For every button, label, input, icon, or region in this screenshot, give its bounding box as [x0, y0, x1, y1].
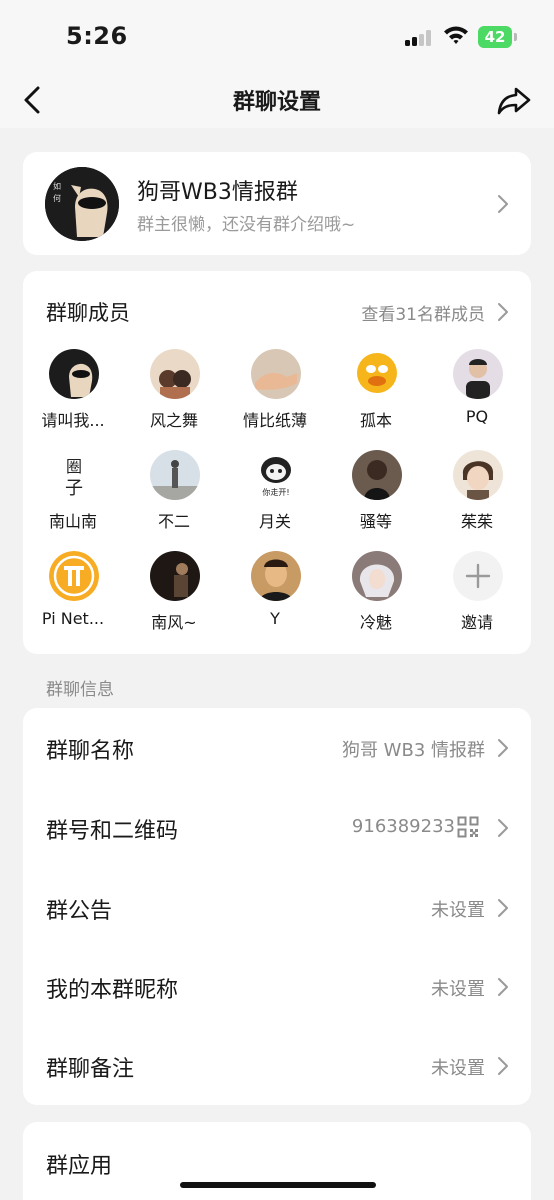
- member-item[interactable]: 骚等: [326, 450, 426, 550]
- invite-label: 邀请: [460, 613, 493, 632]
- member-name: 月关: [258, 512, 291, 531]
- member-item[interactable]: 风之舞: [124, 349, 224, 449]
- svg-text:子: 子: [65, 478, 83, 499]
- section-label-group-info: 群聊信息: [46, 680, 114, 700]
- wifi-icon: [444, 26, 468, 44]
- members-title: 群聊成员: [46, 301, 130, 325]
- chevron-right-icon: [498, 899, 508, 917]
- member-item[interactable]: PQ: [427, 349, 527, 449]
- member-item[interactable]: 情比纸薄: [225, 349, 325, 449]
- row-label: 群公告: [46, 899, 113, 924]
- chevron-right-icon[interactable]: [497, 302, 509, 322]
- member-avatar: [251, 551, 301, 601]
- member-name: 孤本: [359, 411, 392, 430]
- row-value: 未设置: [431, 900, 485, 921]
- member-avatar: [49, 551, 99, 601]
- member-name: 南山南: [48, 512, 97, 531]
- view-all-members-link[interactable]: 查看31名群成员: [361, 300, 485, 325]
- member-avatar: [49, 349, 99, 399]
- add-member-icon: [453, 551, 503, 601]
- group-apps-title: 群应用: [46, 1154, 113, 1179]
- row-label: 我的本群昵称: [46, 978, 179, 1003]
- member-item[interactable]: 不二: [124, 450, 224, 550]
- group-info-card[interactable]: 如 何 狗哥WB3情报群 群主很懒，还没有群介绍哦~: [23, 152, 531, 255]
- chevron-right-icon: [498, 739, 508, 757]
- home-indicator[interactable]: [180, 1182, 376, 1188]
- member-name: 南风~: [151, 613, 197, 632]
- page-title: 群聊设置: [232, 90, 321, 115]
- group-apps-card[interactable]: 群应用: [23, 1122, 531, 1200]
- member-item[interactable]: 茱茱: [427, 450, 527, 550]
- member-name: 请叫我...: [41, 411, 105, 430]
- group-info-list: 群聊名称 狗哥 WB3 情报群 群号和二维码 916389233 群公告 未设置…: [23, 708, 531, 1105]
- member-item[interactable]: Pi Net...: [23, 551, 123, 651]
- nav-bar: 群聊设置: [0, 72, 554, 128]
- chevron-right-icon: [498, 195, 508, 213]
- qr-code-icon: [457, 816, 479, 838]
- row-group-name[interactable]: 群聊名称 狗哥 WB3 情报群: [23, 708, 531, 788]
- member-avatar: [352, 450, 402, 500]
- member-item[interactable]: 请叫我...: [23, 349, 123, 449]
- row-value: 狗哥 WB3 情报群: [341, 740, 485, 761]
- member-avatar: [352, 551, 402, 601]
- member-avatar: [352, 349, 402, 399]
- member-item[interactable]: Y: [225, 551, 325, 651]
- status-time: 5:26: [66, 22, 128, 50]
- member-item[interactable]: 圈子 南山南: [23, 450, 123, 550]
- member-avatar: [150, 551, 200, 601]
- member-avatar: [453, 349, 503, 399]
- svg-text:圈: 圈: [66, 457, 82, 476]
- status-bar: 5:26 42: [0, 0, 554, 72]
- svg-text:何: 何: [53, 193, 61, 203]
- member-name: PQ: [465, 407, 489, 426]
- row-value: 未设置: [431, 979, 485, 1000]
- chevron-right-icon: [498, 819, 508, 837]
- row-label: 群聊名称: [46, 739, 135, 764]
- member-name: 风之舞: [149, 411, 198, 430]
- row-my-group-nickname[interactable]: 我的本群昵称 未设置: [23, 947, 531, 1027]
- member-name: 茱茱: [460, 512, 493, 531]
- member-item[interactable]: 孤本: [326, 349, 426, 449]
- chevron-right-icon: [498, 1057, 508, 1075]
- share-icon[interactable]: [494, 80, 534, 120]
- member-avatar: 你走开!: [251, 450, 301, 500]
- member-avatar: [453, 450, 503, 500]
- member-name: 冷魅: [359, 613, 392, 632]
- svg-text:你走开!: 你走开!: [262, 487, 289, 497]
- row-value: 916389233: [351, 816, 455, 837]
- member-avatar: [150, 450, 200, 500]
- row-group-announcement[interactable]: 群公告 未设置: [23, 868, 531, 948]
- member-avatar: [251, 349, 301, 399]
- member-name: 骚等: [359, 512, 392, 531]
- row-group-remark[interactable]: 群聊备注 未设置: [23, 1026, 531, 1106]
- member-name: Pi Net...: [41, 609, 105, 628]
- row-label: 群号和二维码: [46, 819, 179, 844]
- member-name: Y: [270, 609, 280, 628]
- invite-member-button[interactable]: 邀请: [427, 551, 527, 651]
- row-group-id-qrcode[interactable]: 群号和二维码 916389233: [23, 788, 531, 868]
- cellular-signal-icon: [405, 30, 435, 46]
- members-card: 群聊成员 查看31名群成员 请叫我... 风之舞 情比纸薄 孤本 PQ 圈 子 …: [23, 271, 531, 654]
- group-description: 群主很懒，还没有群介绍哦~: [137, 215, 356, 235]
- row-value: 未设置: [431, 1058, 485, 1079]
- battery-indicator: 42: [478, 26, 512, 48]
- member-item[interactable]: 冷魅: [326, 551, 426, 651]
- member-item[interactable]: 南风~: [124, 551, 224, 651]
- svg-text:如: 如: [53, 181, 61, 191]
- member-name: 情比纸薄: [242, 411, 307, 430]
- member-avatar: [150, 349, 200, 399]
- group-avatar: 如 何: [45, 167, 119, 241]
- member-name: 不二: [157, 512, 190, 531]
- member-item[interactable]: 你走开! 月关: [225, 450, 325, 550]
- chevron-right-icon: [498, 978, 508, 996]
- row-label: 群聊备注: [46, 1057, 135, 1082]
- member-avatar: 圈子: [49, 450, 99, 500]
- group-name: 狗哥WB3情报群: [137, 180, 298, 205]
- battery-tip: [514, 33, 517, 41]
